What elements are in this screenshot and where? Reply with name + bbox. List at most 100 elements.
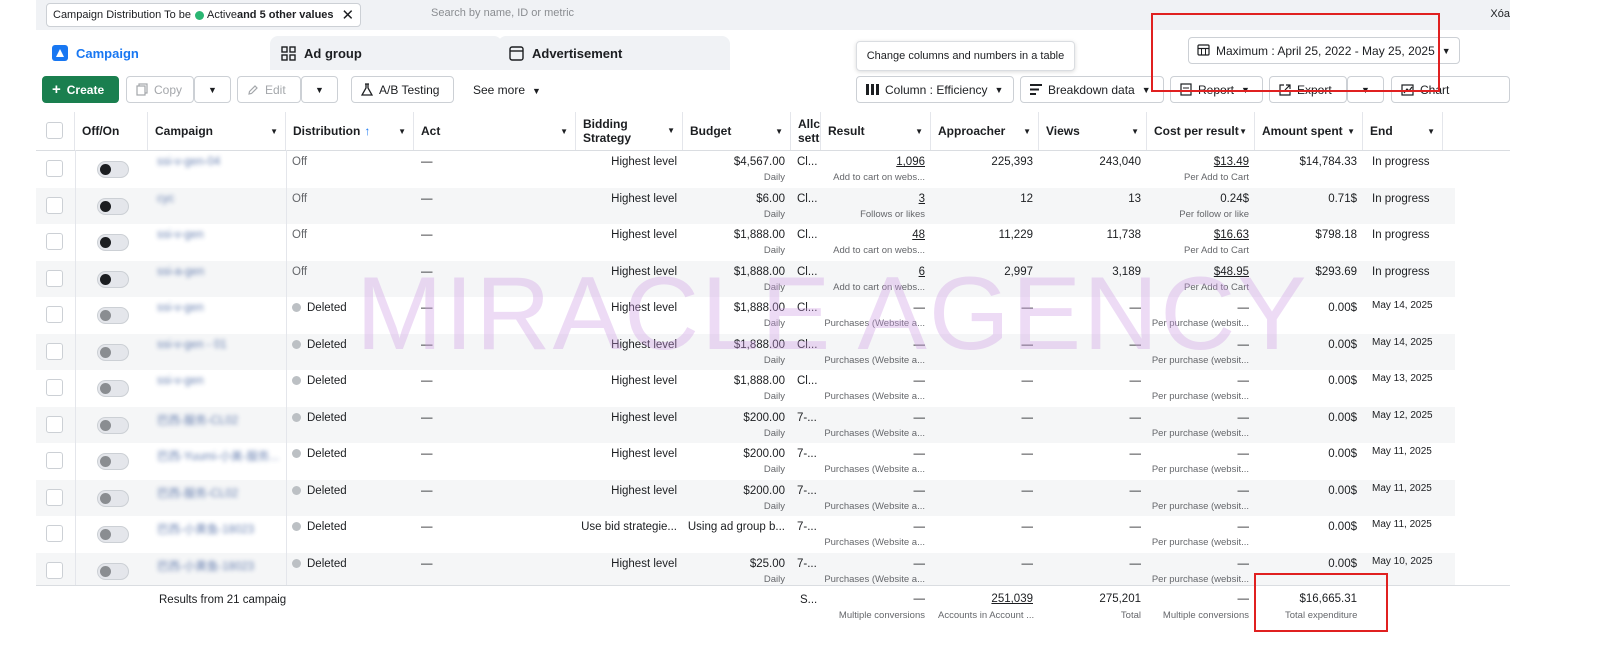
copy-dropdown[interactable]: ▼ (194, 76, 231, 103)
on-off-toggle[interactable] (97, 416, 129, 434)
header-act[interactable]: Act ▼ (414, 112, 576, 150)
on-off-toggle[interactable] (97, 234, 129, 251)
on-off-toggle[interactable] (97, 161, 129, 178)
on-off-toggle[interactable] (97, 562, 129, 580)
header-distribution[interactable]: Distribution ↑ ▼ (286, 112, 414, 150)
row-checkbox[interactable] (46, 196, 63, 214)
on-off-toggle[interactable] (97, 197, 129, 215)
campaign-name-link[interactable]: 巴西-Yuumi-小美-服务... (157, 448, 279, 464)
tab-ad-group[interactable]: Ad group (270, 36, 502, 70)
table-row[interactable]: 巴西-服务-CL02 Deleted — Highest level $200.… (36, 479, 1455, 516)
see-more-button[interactable]: See more ▼ (473, 83, 541, 97)
row-checkbox[interactable] (46, 160, 63, 177)
views-cell: — (1039, 480, 1142, 516)
report-button[interactable]: Report ▼ (1170, 76, 1263, 103)
on-off-toggle[interactable] (97, 380, 129, 397)
row-checkbox[interactable] (46, 525, 63, 542)
on-off-toggle[interactable] (97, 270, 129, 288)
header-budget[interactable]: Budget ▼ (683, 112, 791, 150)
result-value[interactable]: 1,096 (896, 156, 925, 168)
table-row[interactable]: 巴西-服务-CL02 Deleted — Highest level $200.… (36, 406, 1455, 443)
cost-per-result-sub: Per purchase (websit... (1151, 464, 1249, 475)
edit-button[interactable]: Edit (237, 76, 301, 103)
campaign-name-link[interactable]: 巴西-小黄鱼-18023 (157, 558, 254, 574)
result-sub: Purchases (Website a... (824, 500, 925, 512)
header-amount-spent[interactable]: Amount spent ▼ (1255, 112, 1363, 150)
table-row[interactable]: 巴西-小黄鱼-18023 Deleted — Highest level $25… (36, 552, 1455, 589)
result-value[interactable]: 48 (912, 229, 925, 241)
on-off-toggle[interactable] (97, 453, 129, 470)
footer-approacher-value[interactable]: 251,039 (991, 593, 1033, 605)
table-row[interactable]: cyc Off — Highest level $6.00 Daily Cl..… (36, 187, 1455, 224)
select-all-checkbox[interactable] (46, 122, 63, 139)
campaign-name-link[interactable]: ssi-a-gen (157, 266, 204, 278)
tab-advertisement[interactable]: Advertisement (498, 36, 730, 70)
table-row[interactable]: ssi-v-gen Deleted — Highest level $1,888… (36, 297, 1455, 333)
copy-button[interactable]: Copy (126, 76, 194, 103)
campaign-name-link[interactable]: ssi-v-gen (157, 375, 204, 387)
header-result[interactable]: Result ▼ (821, 112, 931, 150)
tab-campaign[interactable]: Campaign (42, 36, 274, 70)
row-checkbox[interactable] (46, 452, 63, 469)
export-dropdown[interactable]: ▼ (1347, 76, 1384, 103)
header-cost-per-result[interactable]: Cost per result ▼ (1147, 112, 1255, 150)
header-campaign[interactable]: Campaign ▼ (148, 112, 286, 150)
row-checkbox[interactable] (46, 415, 63, 433)
header-end[interactable]: End ▼ (1363, 112, 1443, 150)
row-checkbox[interactable] (46, 561, 63, 579)
status-dot (292, 449, 301, 458)
row-checkbox[interactable] (46, 269, 63, 287)
clear-filter-link[interactable]: Xóa (1490, 8, 1510, 20)
row-checkbox[interactable] (46, 233, 63, 250)
campaign-name-link[interactable]: 巴西-小黄鱼-18023 (157, 521, 254, 537)
close-icon[interactable]: ✕ (342, 8, 355, 23)
on-off-toggle[interactable] (97, 489, 129, 507)
table-row[interactable]: ssi-v-gen Deleted — Highest level $1,888… (36, 370, 1455, 406)
export-button[interactable]: Export (1269, 76, 1347, 103)
header-bidding-strategy[interactable]: Bidding Strategy ▼ (576, 112, 683, 150)
on-off-toggle[interactable] (97, 343, 129, 361)
table-row[interactable]: ssi-v-gen - 01 Deleted — Highest level $… (36, 333, 1455, 370)
date-range-picker[interactable]: Maximum : April 25, 2022 - May 25, 2025 … (1188, 37, 1460, 64)
table-row[interactable]: ssi-v-gen-04 Off — Highest level $4,567.… (36, 151, 1455, 187)
search-input[interactable]: Search by name, ID or metric (431, 7, 574, 19)
create-button[interactable]: + Create (42, 76, 119, 103)
column-button[interactable]: Column : Efficiency ▼ (856, 76, 1014, 103)
header-allocation[interactable]: Allc sett (791, 112, 821, 150)
table-row[interactable]: ssi-a-gen Off — Highest level $1,888.00 … (36, 260, 1455, 297)
toggle-knob (100, 237, 111, 248)
header-approacher[interactable]: Approacher ▼ (931, 112, 1039, 150)
table-row[interactable]: ssi-v-gen Off — Highest level $1,888.00 … (36, 224, 1455, 260)
header-label: Approacher (938, 124, 1006, 138)
result-value[interactable]: 3 (919, 193, 925, 205)
campaign-name-link[interactable]: ssi-v-gen - 01 (157, 339, 227, 351)
row-checkbox[interactable] (46, 488, 63, 506)
row-checkbox[interactable] (46, 342, 63, 360)
campaign-name-link[interactable]: ssi-v-gen-04 (157, 156, 220, 168)
views-value: 11,738 (1106, 229, 1141, 241)
header-views[interactable]: Views ▼ (1039, 112, 1147, 150)
on-off-toggle[interactable] (97, 307, 129, 324)
table-row[interactable]: 巴西-小黄鱼-18023 Deleted — Use bid strategie… (36, 516, 1455, 552)
campaign-name-link[interactable]: ssi-v-gen (157, 229, 204, 241)
edit-dropdown[interactable]: ▼ (301, 76, 338, 103)
campaign-name-link[interactable]: cyc (157, 193, 174, 205)
header-label: Bidding Strategy (583, 117, 631, 145)
table-row[interactable]: 巴西-Yuumi-小美-服务... Deleted — Highest leve… (36, 443, 1455, 479)
footer-approacher-sub: Accounts in Account ... (938, 610, 1035, 621)
ab-testing-button[interactable]: A/B Testing (351, 76, 454, 103)
campaign-name-link[interactable]: ssi-v-gen (157, 302, 204, 314)
on-off-toggle[interactable] (97, 526, 129, 543)
breakdown-button[interactable]: Breakdown data ▼ (1020, 76, 1164, 103)
footer-approacher: 251,039 Accounts in Account ... (931, 586, 1035, 640)
row-checkbox[interactable] (46, 379, 63, 396)
result-value: — (913, 557, 926, 570)
grid-icon (280, 45, 296, 61)
campaign-name-link[interactable]: 巴西-服务-CL02 (157, 485, 238, 501)
filter-chip[interactable]: Campaign Distribution To be Active and 5… (46, 3, 362, 27)
result-value[interactable]: 6 (919, 266, 925, 278)
campaign-name-link[interactable]: 巴西-服务-CL02 (157, 412, 238, 428)
bidding-value: Use bid strategie... (581, 521, 677, 533)
row-checkbox[interactable] (46, 306, 63, 323)
chart-button[interactable]: Chart (1391, 76, 1510, 103)
